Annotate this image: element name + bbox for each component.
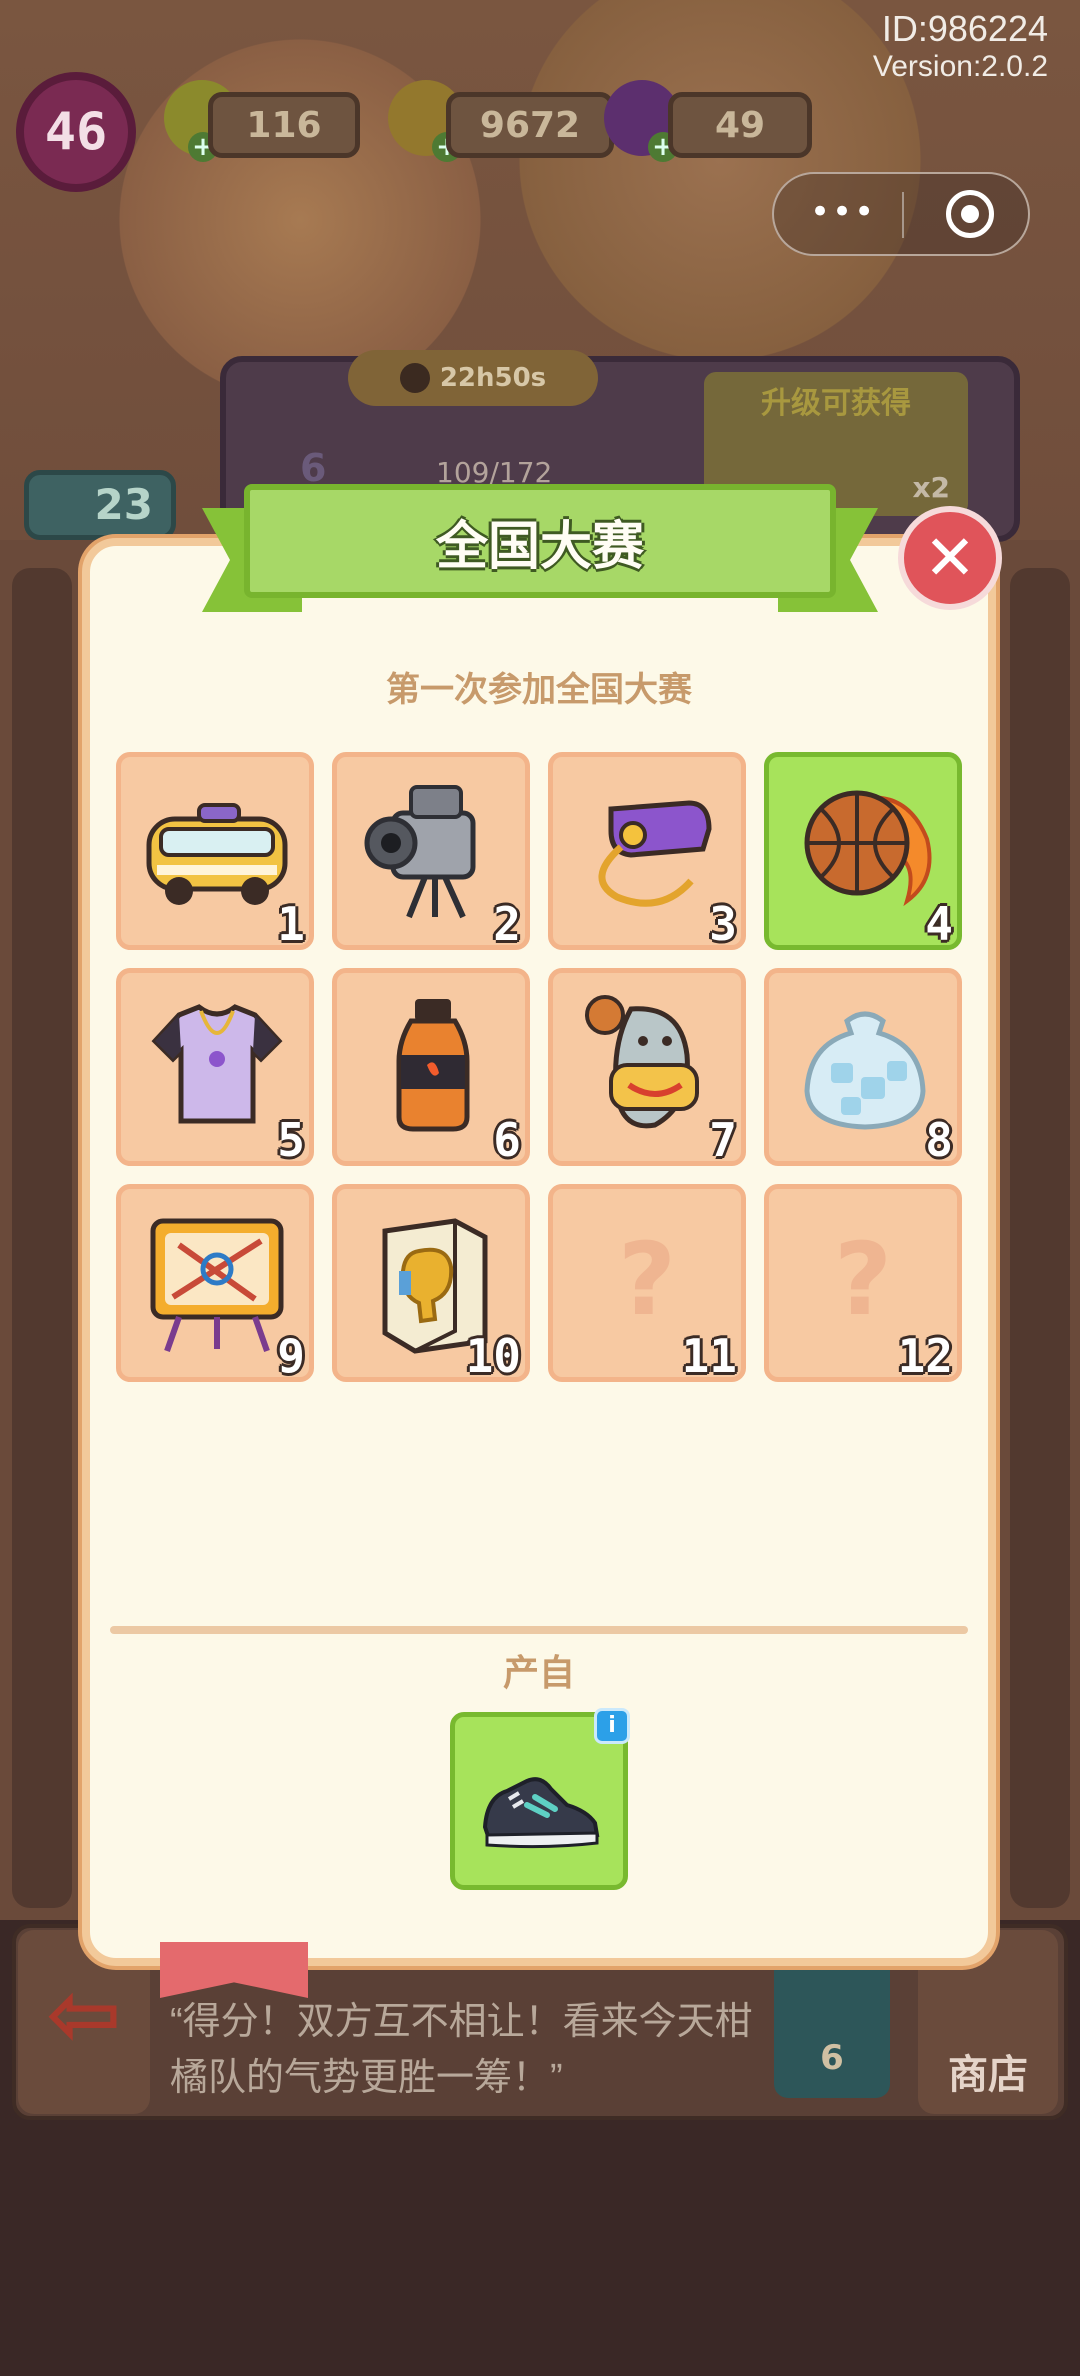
- question-mark-icon: ?: [617, 1221, 676, 1338]
- collection-slot-5[interactable]: 5: [116, 968, 314, 1167]
- close-button[interactable]: ✕: [898, 506, 1002, 610]
- miniprogram-capsule: •••: [772, 172, 1030, 256]
- collection-slot-4[interactable]: 4: [764, 752, 962, 951]
- bus-icon: [146, 803, 288, 905]
- collection-slot-8[interactable]: 8: [764, 968, 962, 1167]
- slot-number: 4: [925, 897, 953, 951]
- player-info: ID:986224 Version:2.0.2: [873, 8, 1048, 84]
- mascot-icon: [585, 995, 699, 1129]
- slot-number: 3: [709, 897, 737, 951]
- collection-slot-6[interactable]: 6: [332, 968, 530, 1167]
- modal-title: 全国大赛: [435, 516, 644, 577]
- slot-number: 7: [709, 1113, 737, 1167]
- collection-slot-7[interactable]: 7: [548, 968, 746, 1167]
- close-icon: ✕: [924, 521, 976, 594]
- coins-counter: 9672: [446, 92, 614, 158]
- match-commentary: “得分！双方互不相让！看来今天柑橘队的气势更胜一筹！”: [170, 2001, 753, 2099]
- close-miniprogram-icon[interactable]: [946, 190, 994, 238]
- upgrade-title: 升级可获得: [761, 386, 911, 421]
- collection-slot-2[interactable]: 2: [332, 752, 530, 951]
- info-button[interactable]: i: [594, 1708, 630, 1744]
- collection-slot-11[interactable]: ? 11: [548, 1184, 746, 1383]
- collection-slot-12[interactable]: ? 12: [764, 1184, 962, 1383]
- timer-text: 22h50s: [439, 363, 547, 393]
- slot-number: 8: [925, 1113, 953, 1167]
- slot-number: 1: [277, 897, 305, 951]
- player-level-badge: 46: [16, 72, 136, 192]
- collection-slot-10[interactable]: 10: [332, 1184, 530, 1383]
- slot-number: 12: [897, 1329, 953, 1383]
- more-menu-icon[interactable]: •••: [810, 192, 876, 232]
- event-timer: 22h50s: [348, 350, 598, 406]
- collection-slot-3[interactable]: 3: [548, 752, 746, 951]
- collection-slot-1[interactable]: 1: [116, 752, 314, 951]
- upgrade-reward-count: x2: [912, 471, 950, 504]
- tactics-board-icon: [150, 1218, 284, 1352]
- ice-bag-icon: [804, 1011, 926, 1130]
- source-label: 产自: [502, 1653, 575, 1694]
- clock-icon: [399, 363, 430, 393]
- slot-number: 10: [465, 1329, 521, 1383]
- video-camera-icon: [364, 785, 476, 919]
- fire-basketball-icon: [804, 790, 932, 907]
- question-mark-icon: ?: [833, 1221, 892, 1338]
- right-shelf: [1010, 568, 1070, 1908]
- gems-counter: 49: [668, 92, 812, 158]
- capsule-divider: [902, 192, 904, 238]
- whistle-icon: [598, 800, 712, 907]
- slot-number: 9: [277, 1329, 305, 1383]
- collection-slot-9[interactable]: 9: [116, 1184, 314, 1383]
- slot-number: 6: [493, 1113, 521, 1167]
- sports-drink-icon: [396, 999, 470, 1132]
- section-divider: [110, 1626, 968, 1634]
- slot-number: 2: [493, 897, 521, 951]
- title-ribbon: 全国大赛: [244, 484, 836, 598]
- energy-counter: 116: [208, 92, 360, 158]
- jersey-icon: [151, 1004, 283, 1124]
- left-shelf: [12, 568, 72, 1908]
- star-counter: 23: [24, 470, 176, 540]
- modal-subtitle: 第一次参加全国大赛: [386, 670, 692, 710]
- app-version: Version:2.0.2: [872, 50, 1048, 83]
- slot-number: 11: [681, 1329, 737, 1383]
- player-id: ID:986224: [881, 8, 1048, 49]
- slot-number: 5: [277, 1113, 305, 1167]
